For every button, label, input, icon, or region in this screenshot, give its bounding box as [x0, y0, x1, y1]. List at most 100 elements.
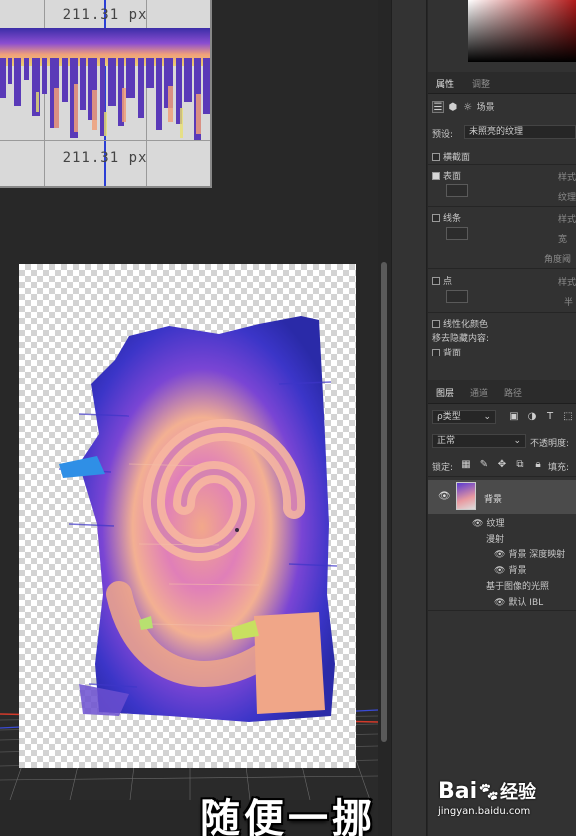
blend-mode-dropdown[interactable]: 正常 ⌄ — [432, 434, 526, 448]
lines-label: 线条 — [443, 214, 462, 224]
properties-tabbar: 属性 调整 — [428, 72, 576, 94]
eye-icon[interactable]: 👁︎ — [438, 491, 451, 502]
layer-name: 背景 — [508, 566, 527, 576]
preview-strip — [0, 28, 210, 140]
points-color-swatch[interactable] — [446, 290, 468, 303]
lock-transparent-icon[interactable]: ▦ — [460, 459, 472, 471]
watermark-url: jingyan.baidu.com — [438, 806, 531, 817]
adjustment-filter-icon[interactable]: ◑ — [526, 411, 538, 423]
artboard-icon[interactable]: ⧉ — [514, 459, 526, 471]
points-checkbox[interactable] — [432, 277, 440, 285]
chevron-down-icon: ⌄ — [513, 436, 521, 446]
tab-properties[interactable]: 属性 — [436, 77, 454, 90]
lines-style-label: 样式 — [558, 215, 576, 225]
layer-name: 基于图像的光照 — [486, 582, 550, 592]
scene-label: 场景 — [476, 103, 495, 113]
layer-name: 背景 深度映射 — [508, 550, 566, 560]
linearize-checkbox[interactable] — [432, 320, 440, 328]
tab-paths[interactable]: 路径 — [504, 386, 522, 399]
opacity-label: 不透明度: — [530, 439, 570, 449]
layer-name: 纹理 — [486, 519, 505, 529]
points-label: 点 — [443, 277, 453, 287]
surface-row[interactable]: 表面 — [432, 169, 461, 182]
image-filter-icon[interactable]: ▣ — [508, 411, 520, 423]
vertical-scrollbar[interactable] — [381, 262, 387, 742]
measurement-popup: 211.31 px 211.31 px — [0, 0, 212, 188]
cross-section-checkbox[interactable] — [432, 153, 440, 161]
color-picker-field[interactable] — [468, 0, 576, 62]
back-label: 背面 — [443, 349, 462, 356]
eye-icon[interactable]: 👁︎ — [494, 550, 505, 560]
scene-header: ☰ ⬢ ☼ 场景 — [432, 100, 495, 114]
divider — [428, 476, 576, 477]
layer-row[interactable]: 👁︎ 背景 深度映射 — [494, 547, 565, 560]
preset-dropdown[interactable]: 未照亮的纹理 — [464, 125, 576, 139]
canvas-area[interactable]: 211.31 px 211.31 px — [0, 0, 387, 836]
lines-angle-label: 角度阈 — [544, 255, 572, 265]
blend-mode-value: 正常 — [437, 436, 456, 446]
lines-color-swatch[interactable] — [446, 227, 468, 240]
scene-icon[interactable]: ☰ — [432, 101, 444, 113]
surface-label: 表面 — [443, 172, 462, 182]
points-radius-label: 半 — [564, 298, 574, 308]
divider — [428, 268, 576, 269]
layer-row-selected[interactable]: 👁︎ 背景 — [428, 480, 576, 514]
type-filter-icon[interactable]: T — [544, 411, 556, 423]
watermark-suffix: 经验 — [500, 782, 537, 803]
right-panel: 属性 调整 ☰ ⬢ ☼ 场景 预设: 未照亮的纹理 横截面 表面 样式 纹理 线… — [428, 0, 576, 836]
fill-label: 填充: — [548, 463, 570, 473]
layer-row[interactable]: 基于图像的光照 — [486, 579, 549, 592]
linearize-row[interactable]: 线性化颜色 — [432, 317, 488, 330]
chevron-down-icon: ⌄ — [483, 412, 491, 422]
cross-section-label: 横截面 — [443, 153, 471, 163]
divider — [428, 164, 576, 165]
document-canvas[interactable] — [19, 264, 356, 768]
surface-texture-label: 纹理 — [558, 193, 576, 203]
layer-thumbnail — [456, 482, 476, 510]
surface-checkbox[interactable] — [432, 172, 440, 180]
paw-icon: 🐾︎ — [477, 782, 501, 803]
measure-label-top: 211.31 px — [62, 7, 148, 23]
surface-style-label: 样式 — [558, 173, 576, 183]
eye-icon[interactable]: 👁︎ — [472, 519, 483, 529]
eye-icon[interactable]: 👁︎ — [494, 566, 505, 576]
cross-section-row[interactable]: 横截面 — [432, 150, 470, 163]
divider — [428, 610, 576, 611]
tab-channels[interactable]: 通道 — [470, 386, 488, 399]
lock-icon[interactable]: 🔒︎ — [532, 459, 544, 471]
lines-row[interactable]: 线条 — [432, 211, 461, 224]
mesh-icon[interactable]: ⬢ — [447, 102, 459, 114]
cursor-icon — [235, 528, 239, 532]
layer-name: 背景 — [484, 495, 503, 505]
remove-hidden-label: 移去隐藏内容: — [432, 334, 490, 344]
surface-color-swatch[interactable] — [446, 184, 468, 197]
layer-row[interactable]: 漫射 — [486, 532, 504, 545]
back-checkbox[interactable] — [432, 349, 440, 356]
shape-filter-icon[interactable]: ⬚ — [562, 411, 574, 423]
layer-filter-dropdown[interactable]: ρ类型 ⌄ — [432, 410, 496, 424]
layer-row[interactable]: 👁︎ 背景 — [494, 563, 526, 576]
eye-icon[interactable]: 👁︎ — [494, 598, 505, 608]
layer-name: 漫射 — [486, 535, 505, 545]
3d-artwork[interactable] — [19, 264, 356, 768]
lock-label: 锁定: — [432, 463, 454, 473]
linearize-label: 线性化颜色 — [443, 320, 489, 330]
lines-width-label: 宽 — [558, 235, 568, 245]
divider — [428, 206, 576, 207]
points-row[interactable]: 点 — [432, 274, 452, 287]
tab-layers[interactable]: 图层 — [436, 386, 454, 399]
move-icon[interactable]: ✥ — [496, 459, 508, 471]
tab-adjustments[interactable]: 调整 — [472, 77, 490, 90]
layer-row[interactable]: 👁︎ 纹理 — [472, 516, 504, 529]
back-row[interactable]: 背面 — [432, 346, 461, 356]
layer-row[interactable]: 👁︎ 默认 IBL — [494, 595, 543, 608]
preset-row: 预设: — [432, 127, 453, 140]
grid-line — [0, 140, 210, 141]
brush-icon[interactable]: ✎ — [478, 459, 490, 471]
panel-gutter — [391, 0, 427, 836]
layer-name: 默认 IBL — [508, 598, 544, 608]
divider — [428, 312, 576, 313]
lines-checkbox[interactable] — [432, 214, 440, 222]
preset-label: 预设: — [432, 130, 454, 140]
light-icon[interactable]: ☼ — [462, 102, 474, 114]
